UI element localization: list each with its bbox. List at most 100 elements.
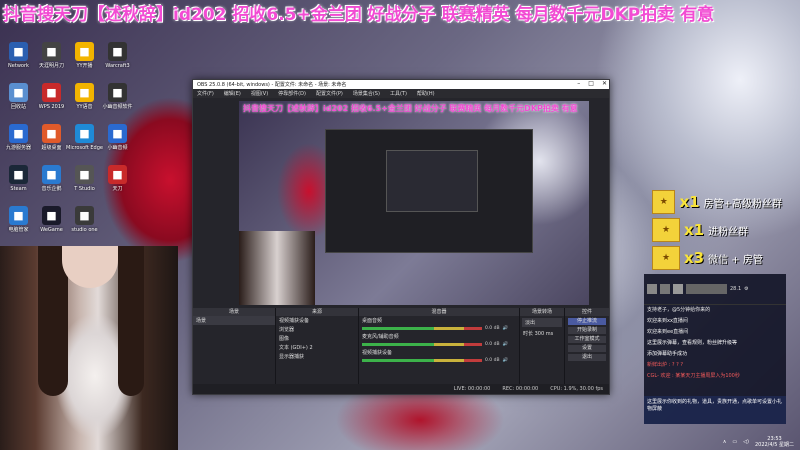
maximize-icon[interactable]: □ [588,80,594,87]
source-item[interactable]: 文本 (GDI+) 2 [276,343,358,352]
desktop-icon[interactable]: ■ Steam [2,165,35,206]
desktop-icon[interactable]: ■ WeGame [35,206,68,247]
desktop-icon-label: 小幽音频 [107,145,128,151]
sources-dock-title: 来源 [276,308,358,316]
desktop-icon[interactable] [101,206,134,247]
desktop-icon-label: T Studio [74,186,95,192]
source-item[interactable]: 显示器捕获 [276,352,358,361]
menu-item[interactable]: 场景集合(S) [353,90,380,97]
desktop-icon[interactable]: ■ Microsoft Edge [66,124,103,165]
viewer-count: 28.1 [730,286,742,292]
volume-meter[interactable] [362,359,482,362]
desktop-icon[interactable]: ■ T Studio [68,165,101,206]
gift-count: x1 [684,221,705,239]
obs-window[interactable]: OBS 25.0.8 (64-bit, windows) - 配置文件: 未命名… [192,79,610,395]
desktop-icon-label: 回收站 [10,104,26,110]
chat-message: 欢迎来到xx直播间 [647,318,688,324]
menu-item[interactable]: 工具(T) [390,90,407,97]
menu-item[interactable]: 文件(F) [197,90,214,97]
desktop-icon[interactable]: ■ Warcraft3 [101,42,134,83]
tray-chevron-icon[interactable]: ∧ [723,439,727,445]
control-button[interactable]: 设置 [568,345,606,352]
desktop-icon[interactable]: ■ 小幽音频 [101,124,134,165]
desktop-icon[interactable]: ■ 回收站 [2,83,35,124]
control-button[interactable]: 停止推流 [568,318,606,325]
control-button[interactable]: 开始录制 [568,327,606,334]
menu-item[interactable]: 帮助(H) [417,90,435,97]
settings-gear-icon[interactable]: ⚙ [744,286,748,292]
tiandao-icon: ■ [42,42,61,61]
system-clock[interactable]: 23:53 2022/4/5 星期二 [755,436,794,448]
desktop-icon[interactable]: ■ YY语音 [68,83,101,124]
network-tray-icon[interactable]: ▭ [732,439,737,445]
desktop-icon[interactable]: ■ YY开播 [68,42,101,83]
yy-icon: ■ [75,42,94,61]
source-item[interactable]: 浏览器 [276,325,358,334]
audio-app-icon: ■ [108,83,127,102]
obs-title-bar[interactable]: OBS 25.0.8 (64-bit, windows) - 配置文件: 未命名… [193,80,609,89]
cpu-status: CPU: 1.9%, 30.00 fps [550,386,603,392]
mute-icon[interactable]: 🔊 [503,342,509,347]
minimize-icon[interactable]: – [577,80,580,87]
mute-icon[interactable]: 🔊 [503,326,509,331]
webcam-face [62,246,118,288]
gift-badge: ★ x1 房管+高级粉丝群 [652,189,782,215]
sources-dock: 来源 视频捕获设备 浏览器 图像 文本 (GDI+) 2 显示器捕获 [276,308,359,384]
volume-db: 0.0 dB [485,342,500,347]
viewer-avatars [647,284,727,294]
mute-icon[interactable]: 🔊 [503,358,509,363]
desktop-icon[interactable]: ■ 电脑管家 [2,206,35,247]
menu-item[interactable]: 配置文件(P) [316,90,343,97]
controls-dock: 控件 停止推流 开始录制 工作室模式 设置 退出 [565,308,609,384]
chat-message: 添加弹幕助手成功 [647,351,688,357]
chat-message: 这里展示弹幕，查看规则，粉丝牌升级等 [647,340,738,346]
volume-meter[interactable] [362,327,482,330]
desktop-icon[interactable]: ■ 天刀 [101,165,134,206]
chat-panel: 28.1 ⚙ 支持老子，@5分钟给你来的 欢迎来到xx直播间 欢迎来到ee直播间 这里… [644,274,786,424]
mixer-dock: 混音器 桌面音频 0.0 dB 🔊 麦克风/辅助音频 0.0 dB 🔊 视频捕获设备 0.0 … [359,308,520,384]
control-button[interactable]: 退出 [568,354,606,361]
desktop-icon[interactable]: ■ 九游服务器 [2,124,35,165]
desktop-icon[interactable]: ■ Network [2,42,35,83]
blank-icon [108,206,127,225]
wps-icon: ■ [42,83,61,102]
gift-label: 进粉丝群 [708,226,749,238]
desktop-icon[interactable]: ■ WPS 2019 [35,83,68,124]
volume-tray-icon[interactable]: ◁) [743,439,749,445]
transition-duration[interactable]: 时长 300 ms [520,329,564,338]
nested-obs-preview [325,129,533,253]
desktop-icon[interactable]: ■ 音乐企鹅 [35,165,68,206]
transition-type-select[interactable]: 淡出 [522,318,562,327]
webcam-overlay [0,246,178,450]
desktop-icon-label: 超级桌面 [41,145,62,151]
game-server-icon: ■ [9,124,28,143]
source-item[interactable]: 图像 [276,334,358,343]
desktop-icon[interactable]: ■ 小幽音频软件 [101,83,134,124]
mixer-channel[interactable]: 0.0 dB 🔊 [359,325,519,332]
mixer-channel[interactable]: 0.0 dB 🔊 [359,341,519,348]
volume-meter[interactable] [362,343,482,346]
gift-icon: ★ [652,218,680,242]
desktop-icon-label: YY语音 [76,104,93,110]
duration-value: 300 ms [534,331,554,337]
chat-message: 支持老子，@5分钟给你来的 [647,307,711,313]
menu-item[interactable]: 视图(V) [251,90,268,97]
desktop-icon-label: 九游服务器 [5,145,31,151]
obs-preview[interactable]: 抖音搜天刀【述秋辞】id202 招收6.5+金兰团 好战分子 联赛精英 每月数千… [193,98,609,308]
studio-one-icon: ■ [75,206,94,225]
desktop-icon[interactable]: ■ 天涯明月刀 [35,42,68,83]
desktop-icon-label: Warcraft3 [105,63,130,69]
yy-voice-icon: ■ [75,83,94,102]
desktop-icon[interactable]: ■ 超级桌面 [35,124,68,165]
menu-item[interactable]: 停靠部件(D) [278,90,306,97]
control-button[interactable]: 工作室模式 [568,336,606,343]
scene-item[interactable]: 场景 [193,316,275,325]
desktop-icon-grid: ■ Network ■ 天涯明月刀 ■ YY开播 ■ Warcraft3 ■ 回收站 ■ WPS 20… [2,42,137,247]
close-icon[interactable]: ✕ [602,80,607,87]
transitions-dock-title: 场景转场 [520,308,564,316]
desktop-icon[interactable]: ■ studio one [68,206,101,247]
source-item[interactable]: 视频捕获设备 [276,316,358,325]
menu-item[interactable]: 编辑(E) [224,90,241,97]
mixer-channel[interactable]: 0.0 dB 🔊 [359,357,519,364]
desktop-icon-label: YY开播 [76,63,93,69]
